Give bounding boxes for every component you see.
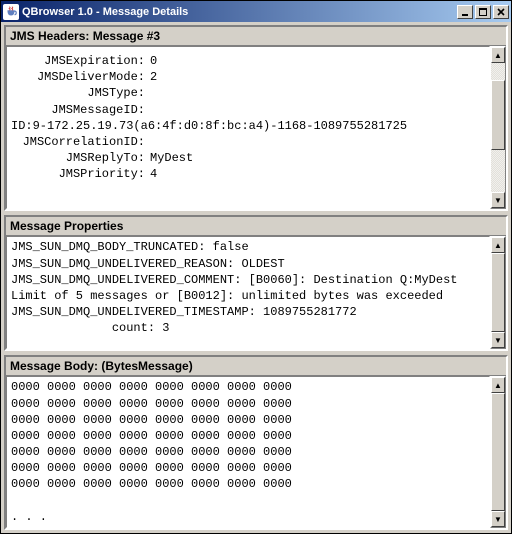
header-value: MyDest <box>146 150 193 166</box>
header-row: JMSType: <box>11 85 485 101</box>
message-properties-panel: Message Properties JMS_SUN_DMQ_BODY_TRUN… <box>4 215 508 351</box>
header-key: JMSMessageID: <box>11 102 146 118</box>
header-key: JMSCorrelationID: <box>11 134 146 150</box>
message-body-title: Message Body: (BytesMessage) <box>6 357 506 376</box>
titlebar: QBrowser 1.0 - Message Details <box>1 1 511 22</box>
close-button[interactable] <box>493 5 509 19</box>
jms-headers-body[interactable]: JMSExpiration:0JMSDeliverMode:2JMSType:J… <box>6 46 490 209</box>
scroll-down-button[interactable]: ▼ <box>491 332 505 348</box>
header-key: JMSReplyTo: <box>11 150 146 166</box>
header-value <box>146 102 150 118</box>
java-cup-icon <box>3 4 19 20</box>
message-id-line: ID:9-172.25.19.73(a6:4f:d0:8f:bc:a4)-116… <box>11 118 485 134</box>
message-body-content[interactable]: 0000 0000 0000 0000 0000 0000 0000 0000 … <box>6 376 490 528</box>
scroll-thumb[interactable] <box>491 393 505 511</box>
header-value <box>146 85 150 101</box>
minimize-button[interactable] <box>457 5 473 19</box>
scroll-track[interactable] <box>491 63 505 192</box>
jms-headers-panel: JMS Headers: Message #3 JMSExpiration:0J… <box>4 25 508 211</box>
header-row: JMSExpiration:0 <box>11 53 485 69</box>
scroll-up-button[interactable]: ▲ <box>491 47 505 63</box>
header-row: JMSDeliverMode:2 <box>11 69 485 85</box>
body-scrollbar[interactable]: ▲ ▼ <box>490 376 506 528</box>
header-value: 4 <box>146 166 157 182</box>
headers-scrollbar[interactable]: ▲ ▼ <box>490 46 506 209</box>
header-row: JMSReplyTo:MyDest <box>11 150 485 166</box>
window-controls <box>457 5 509 19</box>
header-key: JMSType: <box>11 85 146 101</box>
scroll-up-button[interactable]: ▲ <box>491 237 505 253</box>
window-title: QBrowser 1.0 - Message Details <box>22 6 457 18</box>
scroll-thumb[interactable] <box>491 80 505 150</box>
header-value: 0 <box>146 53 157 69</box>
scroll-down-button[interactable]: ▼ <box>491 192 505 208</box>
header-key: JMSExpiration: <box>11 53 146 69</box>
header-value: 2 <box>146 69 157 85</box>
properties-scrollbar[interactable]: ▲ ▼ <box>490 236 506 349</box>
header-row: JMSMessageID: <box>11 102 485 118</box>
header-value <box>146 134 150 150</box>
scroll-track[interactable] <box>491 393 505 511</box>
content-area: JMS Headers: Message #3 JMSExpiration:0J… <box>1 22 511 533</box>
scroll-thumb[interactable] <box>491 253 505 332</box>
message-body-panel: Message Body: (BytesMessage) 0000 0000 0… <box>4 355 508 530</box>
header-row: JMSPriority:4 <box>11 166 485 182</box>
message-properties-title: Message Properties <box>6 217 506 236</box>
header-key: JMSPriority: <box>11 166 146 182</box>
message-properties-body[interactable]: JMS_SUN_DMQ_BODY_TRUNCATED: false JMS_SU… <box>6 236 490 349</box>
header-key: JMSDeliverMode: <box>11 69 146 85</box>
jms-headers-title: JMS Headers: Message #3 <box>6 27 506 46</box>
maximize-button[interactable] <box>475 5 491 19</box>
scroll-up-button[interactable]: ▲ <box>491 377 505 393</box>
scroll-down-button[interactable]: ▼ <box>491 511 505 527</box>
header-row: JMSCorrelationID: <box>11 134 485 150</box>
scroll-track[interactable] <box>491 253 505 332</box>
